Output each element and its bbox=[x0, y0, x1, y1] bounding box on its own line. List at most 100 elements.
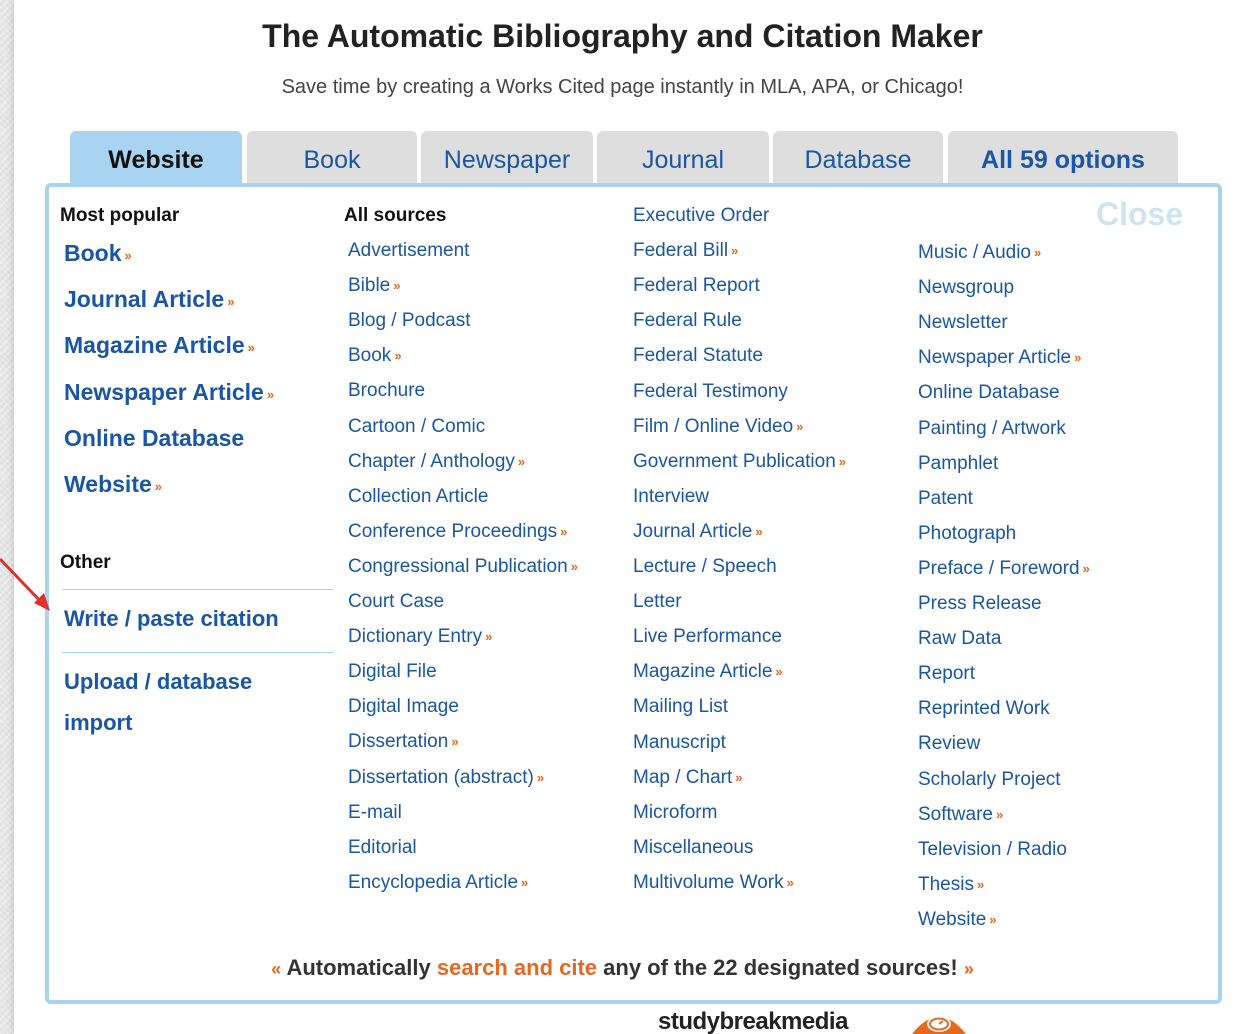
link-label: Book bbox=[64, 240, 122, 266]
page-subtitle: Save time by creating a Works Cited page… bbox=[281, 76, 964, 98]
source-link-letter[interactable]: Letter bbox=[633, 591, 682, 613]
tab-newspaper[interactable]: Newspaper bbox=[421, 131, 593, 187]
link-label: Microform bbox=[633, 801, 718, 823]
source-link-reprinted-work[interactable]: Reprinted Work bbox=[918, 698, 1050, 720]
more-options-icon: » bbox=[1082, 560, 1090, 576]
source-link-federal-testimony[interactable]: Federal Testimony bbox=[633, 381, 788, 403]
upload-database-import-link[interactable]: Upload / database bbox=[64, 669, 252, 695]
upload-database-import-link-continued[interactable]: import bbox=[64, 710, 132, 736]
source-link-blog-podcast[interactable]: Blog / Podcast bbox=[348, 310, 471, 332]
tab-journal[interactable]: Journal bbox=[597, 131, 769, 187]
tab-website[interactable]: Website bbox=[70, 131, 242, 187]
popular-link-website[interactable]: Website» bbox=[64, 471, 162, 498]
link-label: Painting / Artwork bbox=[918, 417, 1066, 439]
source-link-newsletter[interactable]: Newsletter bbox=[918, 312, 1008, 334]
most-popular-heading: Most popular bbox=[60, 205, 180, 226]
tab-all-options[interactable]: All 59 options bbox=[948, 131, 1178, 187]
popular-link-journal-article[interactable]: Journal Article» bbox=[64, 286, 234, 313]
source-link-cartoon-comic[interactable]: Cartoon / Comic bbox=[348, 416, 485, 438]
source-link-digital-file[interactable]: Digital File bbox=[348, 661, 437, 683]
link-label: Live Performance bbox=[633, 626, 782, 648]
link-label: Photograph bbox=[918, 522, 1017, 544]
source-link-collection-article[interactable]: Collection Article bbox=[348, 486, 488, 508]
source-link-book[interactable]: Book» bbox=[348, 345, 402, 367]
source-link-dissertation[interactable]: Dissertation» bbox=[348, 731, 459, 753]
source-type-tabs: Website Book Newspaper Journal Database … bbox=[0, 131, 1245, 187]
all-sources-heading: All sources bbox=[344, 205, 447, 226]
link-label: Book bbox=[348, 345, 392, 367]
source-link-e-mail[interactable]: E-mail bbox=[348, 802, 402, 824]
source-link-software[interactable]: Software» bbox=[918, 804, 1003, 826]
source-link-manuscript[interactable]: Manuscript bbox=[633, 732, 726, 754]
source-link-bible[interactable]: Bible» bbox=[348, 275, 400, 297]
source-link-federal-bill[interactable]: Federal Bill» bbox=[633, 240, 738, 262]
link-label: Newspaper Article bbox=[918, 347, 1072, 369]
source-link-pamphlet[interactable]: Pamphlet bbox=[918, 453, 998, 475]
source-link-live-performance[interactable]: Live Performance bbox=[633, 626, 782, 648]
popular-link-newspaper-article[interactable]: Newspaper Article» bbox=[64, 379, 274, 406]
source-link-government-publication[interactable]: Government Publication» bbox=[633, 451, 846, 473]
source-link-review[interactable]: Review bbox=[918, 733, 980, 755]
source-link-digital-image[interactable]: Digital Image bbox=[348, 696, 459, 718]
source-link-federal-rule[interactable]: Federal Rule bbox=[633, 310, 742, 332]
source-link-patent[interactable]: Patent bbox=[918, 488, 973, 510]
source-link-encyclopedia-article[interactable]: Encyclopedia Article» bbox=[348, 872, 528, 894]
more-options-icon: » bbox=[517, 453, 526, 469]
source-link-music-audio[interactable]: Music / Audio» bbox=[918, 242, 1041, 264]
source-link-dictionary-entry[interactable]: Dictionary Entry» bbox=[348, 626, 492, 648]
source-link-mailing-list[interactable]: Mailing List bbox=[633, 696, 728, 718]
tab-book[interactable]: Book bbox=[247, 131, 417, 187]
more-options-icon: » bbox=[731, 243, 739, 259]
source-link-television-radio[interactable]: Television / Radio bbox=[918, 839, 1067, 861]
write-paste-citation-link[interactable]: Write / paste citation bbox=[64, 606, 279, 632]
source-link-preface-foreword[interactable]: Preface / Foreword» bbox=[918, 558, 1090, 580]
source-link-advertisement[interactable]: Advertisement bbox=[348, 240, 469, 262]
popular-link-online-database[interactable]: Online Database bbox=[64, 425, 244, 452]
source-link-online-database[interactable]: Online Database bbox=[918, 382, 1060, 404]
link-label: Encyclopedia Article bbox=[348, 871, 519, 893]
source-link-photograph[interactable]: Photograph bbox=[918, 523, 1016, 545]
source-link-painting-artwork[interactable]: Painting / Artwork bbox=[918, 418, 1066, 440]
source-link-multivolume-work[interactable]: Multivolume Work» bbox=[633, 872, 794, 894]
source-link-federal-statute[interactable]: Federal Statute bbox=[633, 345, 763, 367]
source-link-executive-order[interactable]: Executive Order bbox=[633, 205, 769, 227]
source-link-court-case[interactable]: Court Case bbox=[348, 591, 444, 613]
source-link-map-chart[interactable]: Map / Chart» bbox=[633, 767, 743, 789]
source-link-journal-article[interactable]: Journal Article» bbox=[633, 521, 763, 543]
link-label: Dissertation bbox=[348, 731, 449, 753]
source-link-magazine-article[interactable]: Magazine Article» bbox=[633, 661, 783, 683]
source-link-dissertation-abstract[interactable]: Dissertation (abstract)» bbox=[348, 767, 544, 789]
tab-database[interactable]: Database bbox=[773, 131, 943, 187]
more-options-icon: » bbox=[995, 806, 1004, 822]
source-link-chapter-anthology[interactable]: Chapter / Anthology» bbox=[348, 451, 525, 473]
source-link-website[interactable]: Website» bbox=[918, 909, 997, 931]
source-link-newsgroup[interactable]: Newsgroup bbox=[918, 277, 1014, 299]
source-link-lecture-speech[interactable]: Lecture / Speech bbox=[633, 556, 777, 578]
search-and-cite-link[interactable]: search and cite bbox=[437, 955, 597, 980]
source-link-editorial[interactable]: Editorial bbox=[348, 837, 417, 859]
source-link-press-release[interactable]: Press Release bbox=[918, 593, 1042, 615]
link-label: Lecture / Speech bbox=[633, 556, 777, 577]
source-link-federal-report[interactable]: Federal Report bbox=[633, 275, 760, 297]
source-link-brochure[interactable]: Brochure bbox=[348, 380, 425, 402]
link-label: Cartoon / Comic bbox=[348, 415, 486, 437]
source-link-congressional-publication[interactable]: Congressional Publication» bbox=[348, 556, 578, 578]
source-link-film-online-video[interactable]: Film / Online Video» bbox=[633, 416, 803, 438]
source-link-report[interactable]: Report bbox=[918, 663, 975, 685]
popular-link-book[interactable]: Book» bbox=[64, 240, 132, 267]
source-link-scholarly-project[interactable]: Scholarly Project bbox=[918, 769, 1061, 791]
source-link-conference-proceedings[interactable]: Conference Proceedings» bbox=[348, 521, 567, 543]
source-link-microform[interactable]: Microform bbox=[633, 802, 717, 824]
source-link-newspaper-article[interactable]: Newspaper Article» bbox=[918, 347, 1081, 369]
source-link-thesis[interactable]: Thesis» bbox=[918, 874, 984, 896]
close-button[interactable]: Close bbox=[1096, 196, 1183, 233]
source-link-raw-data[interactable]: Raw Data bbox=[918, 628, 1001, 650]
popular-link-magazine-article[interactable]: Magazine Article» bbox=[64, 332, 255, 359]
source-link-miscellaneous[interactable]: Miscellaneous bbox=[633, 837, 753, 859]
more-options-icon: » bbox=[124, 248, 132, 263]
link-label: Newsletter bbox=[918, 312, 1008, 334]
link-label: Raw Data bbox=[918, 628, 1002, 650]
divider bbox=[62, 652, 334, 653]
source-link-interview[interactable]: Interview bbox=[633, 486, 709, 508]
link-label: Website bbox=[64, 471, 152, 497]
